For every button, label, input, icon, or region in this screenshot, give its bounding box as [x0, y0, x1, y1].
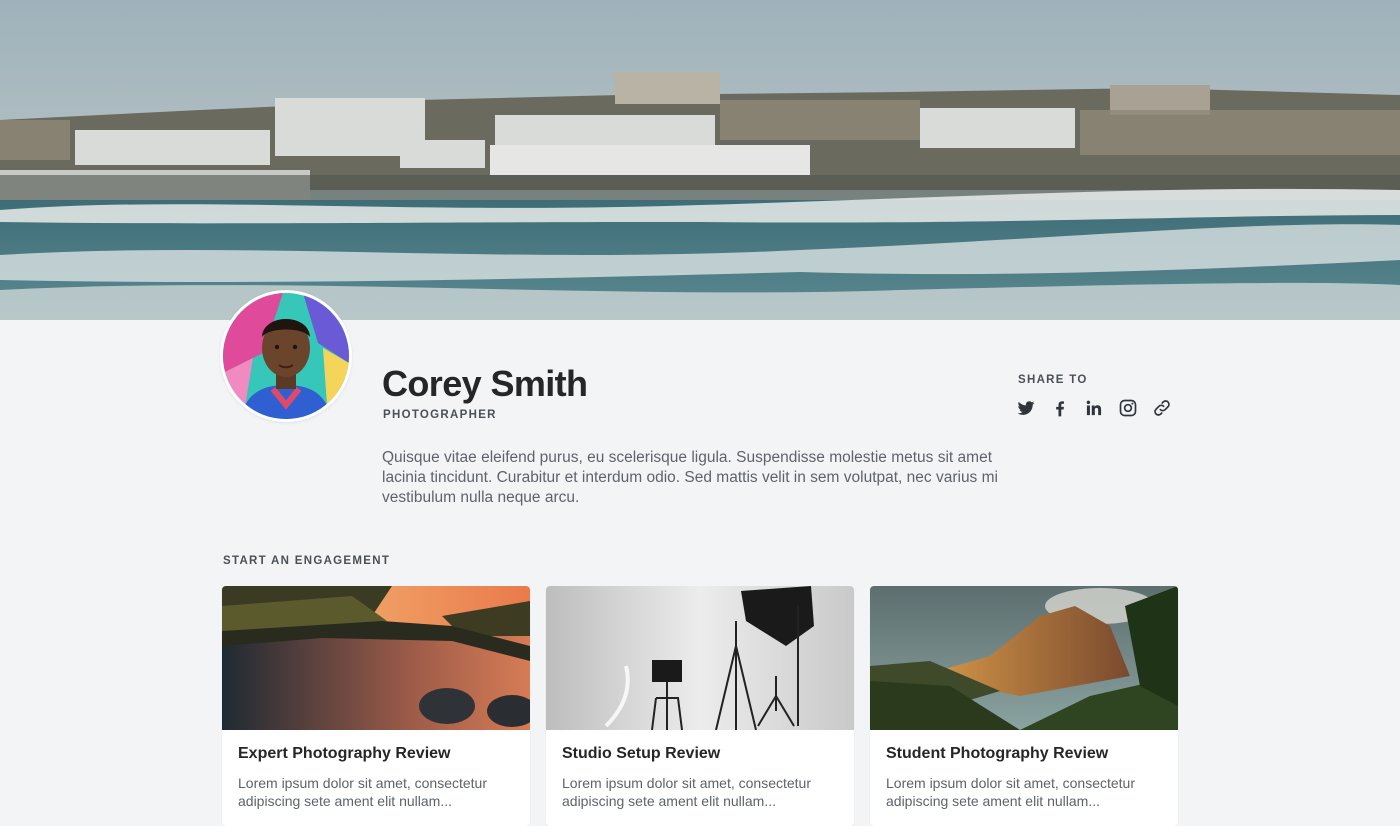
- profile-name: Corey Smith: [382, 363, 588, 404]
- engagement-card[interactable]: Studio Setup Review Lorem ipsum dolor si…: [546, 586, 854, 826]
- card-title: Student Photography Review: [886, 745, 1109, 762]
- avatar: [220, 290, 352, 422]
- card-title: Studio Setup Review: [562, 745, 721, 762]
- card-description: Lorem ipsum dolor sit amet, consectetur …: [886, 775, 1135, 809]
- card-title: Expert Photography Review: [238, 745, 451, 762]
- share-icons: [1015, 397, 1173, 419]
- link-icon[interactable]: [1151, 397, 1173, 419]
- twitter-icon[interactable]: [1015, 397, 1037, 419]
- profile-bio: Quisque vitae eleifend purus, eu sceleri…: [382, 449, 998, 506]
- share-label: SHARE TO: [1018, 374, 1088, 386]
- engagement-label: START AN ENGAGEMENT: [223, 555, 391, 567]
- card-description: Lorem ipsum dolor sit amet, consectetur …: [562, 775, 811, 809]
- profile-role: PHOTOGRAPHER: [383, 409, 497, 421]
- card-description: Lorem ipsum dolor sit amet, consectetur …: [238, 775, 487, 809]
- instagram-icon[interactable]: [1117, 397, 1139, 419]
- cover-image: [0, 0, 1400, 320]
- engagement-cards: Expert Photography Review Lorem ipsum do…: [222, 586, 1178, 826]
- facebook-icon[interactable]: [1049, 397, 1071, 419]
- card-image-mountains: [870, 586, 1178, 730]
- engagement-card[interactable]: Student Photography Review Lorem ipsum d…: [870, 586, 1178, 826]
- engagement-card[interactable]: Expert Photography Review Lorem ipsum do…: [222, 586, 530, 826]
- card-image-studio: [546, 586, 854, 730]
- linkedin-icon[interactable]: [1083, 397, 1105, 419]
- card-image-sunset-lake: [222, 586, 530, 730]
